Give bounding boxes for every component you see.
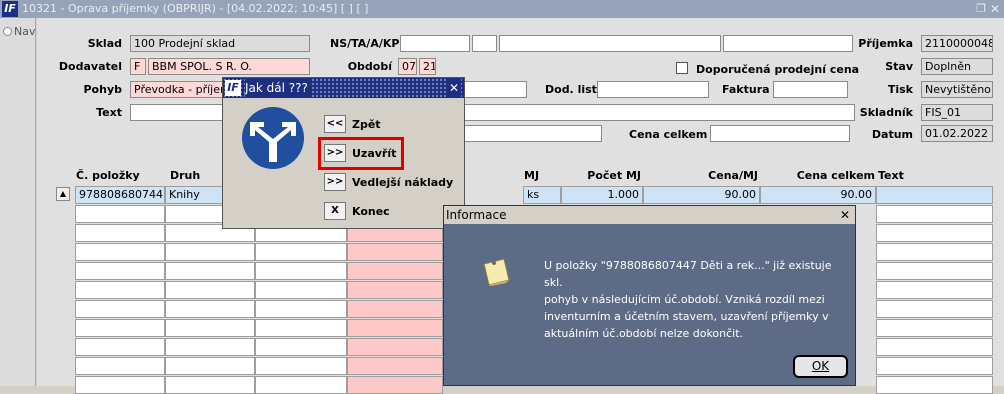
table-cell[interactable] bbox=[347, 243, 443, 261]
table-cell[interactable] bbox=[255, 338, 347, 356]
jakdal-dialog: IF Jak dál ??? ✕ << Zpět >> Uzavřít >> V… bbox=[222, 77, 465, 229]
zpet-button[interactable]: << bbox=[324, 115, 346, 133]
table-cell[interactable] bbox=[255, 243, 347, 261]
table-cell[interactable] bbox=[347, 376, 443, 394]
table-cell[interactable] bbox=[165, 300, 255, 318]
table-cell[interactable]: 90.00 bbox=[760, 186, 876, 204]
konec-button[interactable]: X bbox=[324, 202, 346, 220]
info-line: aktuálním úč.období nelze dokončit. bbox=[544, 327, 744, 340]
table-cell[interactable]: 9788086807447 bbox=[75, 186, 165, 204]
info-line: U položky "9788086807447 Děti a rek..." … bbox=[544, 259, 832, 289]
info-line: pohyb v následujícím úč.období. Vzniká r… bbox=[544, 293, 825, 306]
table-cell[interactable] bbox=[876, 186, 993, 204]
table-cell[interactable] bbox=[876, 357, 993, 375]
info-titlebar: Informace ✕ bbox=[444, 206, 855, 224]
vedlejsi-naklady-label: Vedlejší náklady bbox=[352, 176, 454, 189]
table-cell[interactable] bbox=[75, 338, 165, 356]
table-cell[interactable] bbox=[876, 376, 993, 394]
table-cell[interactable] bbox=[165, 338, 255, 356]
table-cell[interactable] bbox=[165, 262, 255, 280]
table-cell[interactable] bbox=[75, 243, 165, 261]
uzavrit-button[interactable]: >> bbox=[324, 144, 346, 162]
table-cell[interactable] bbox=[347, 300, 443, 318]
table-cell[interactable] bbox=[255, 319, 347, 337]
ok-button[interactable]: OK bbox=[793, 355, 848, 378]
table-cell[interactable] bbox=[876, 224, 993, 242]
table-cell[interactable] bbox=[75, 376, 165, 394]
note-paper-icon bbox=[480, 256, 512, 288]
table-cell[interactable] bbox=[347, 357, 443, 375]
table-cell[interactable] bbox=[876, 205, 993, 223]
table-cell[interactable] bbox=[255, 262, 347, 280]
konec-label: Konec bbox=[352, 205, 390, 218]
jakdal-titlebar: IF Jak dál ??? ✕ bbox=[223, 78, 464, 98]
table-cell[interactable] bbox=[75, 357, 165, 375]
table-cell[interactable] bbox=[165, 376, 255, 394]
vedlejsi-naklady-button[interactable]: >> bbox=[324, 173, 346, 191]
table-cell[interactable] bbox=[347, 338, 443, 356]
table-cell[interactable] bbox=[876, 262, 993, 280]
info-close-icon[interactable]: ✕ bbox=[837, 206, 852, 224]
info-line: inventurním a účetním stavem, uzavření p… bbox=[544, 310, 829, 323]
table-cell[interactable] bbox=[75, 224, 165, 242]
info-dialog: Informace ✕ U položky "9788086807447 Dět… bbox=[443, 205, 856, 386]
table-cell[interactable] bbox=[75, 300, 165, 318]
jakdal-title: Jak dál ??? bbox=[245, 78, 312, 98]
table-cell[interactable] bbox=[75, 205, 165, 223]
table-cell[interactable] bbox=[876, 319, 993, 337]
table-cell[interactable]: ks bbox=[523, 186, 561, 204]
table-cell[interactable] bbox=[75, 262, 165, 280]
table-cell[interactable] bbox=[75, 281, 165, 299]
table-cell[interactable] bbox=[255, 300, 347, 318]
jakdal-logo-icon: IF bbox=[225, 80, 241, 96]
table-cell[interactable] bbox=[347, 281, 443, 299]
table-cell[interactable] bbox=[876, 338, 993, 356]
table-cell[interactable] bbox=[165, 357, 255, 375]
table-cell[interactable] bbox=[347, 262, 443, 280]
jakdal-close-icon[interactable]: ✕ bbox=[446, 78, 461, 98]
table-cell[interactable] bbox=[165, 243, 255, 261]
table-cell[interactable] bbox=[165, 319, 255, 337]
zpet-label: Zpět bbox=[352, 118, 381, 131]
table-cell[interactable] bbox=[255, 376, 347, 394]
table-cell[interactable] bbox=[347, 319, 443, 337]
info-title: Informace bbox=[446, 206, 511, 224]
table-cell[interactable] bbox=[255, 357, 347, 375]
table-cell[interactable] bbox=[876, 243, 993, 261]
uzavrit-label: Uzavřít bbox=[352, 147, 397, 160]
table-cell[interactable]: 90.00 bbox=[643, 186, 760, 204]
info-message: U položky "9788086807447 Děti a rek..." … bbox=[544, 257, 844, 342]
table-cell[interactable] bbox=[165, 281, 255, 299]
table-cell[interactable] bbox=[876, 300, 993, 318]
table-cell[interactable] bbox=[75, 319, 165, 337]
direction-left-right-sign-icon bbox=[241, 106, 305, 170]
table-cell[interactable] bbox=[255, 281, 347, 299]
table-cell[interactable] bbox=[876, 281, 993, 299]
table-cell[interactable]: 1.000 bbox=[561, 186, 643, 204]
